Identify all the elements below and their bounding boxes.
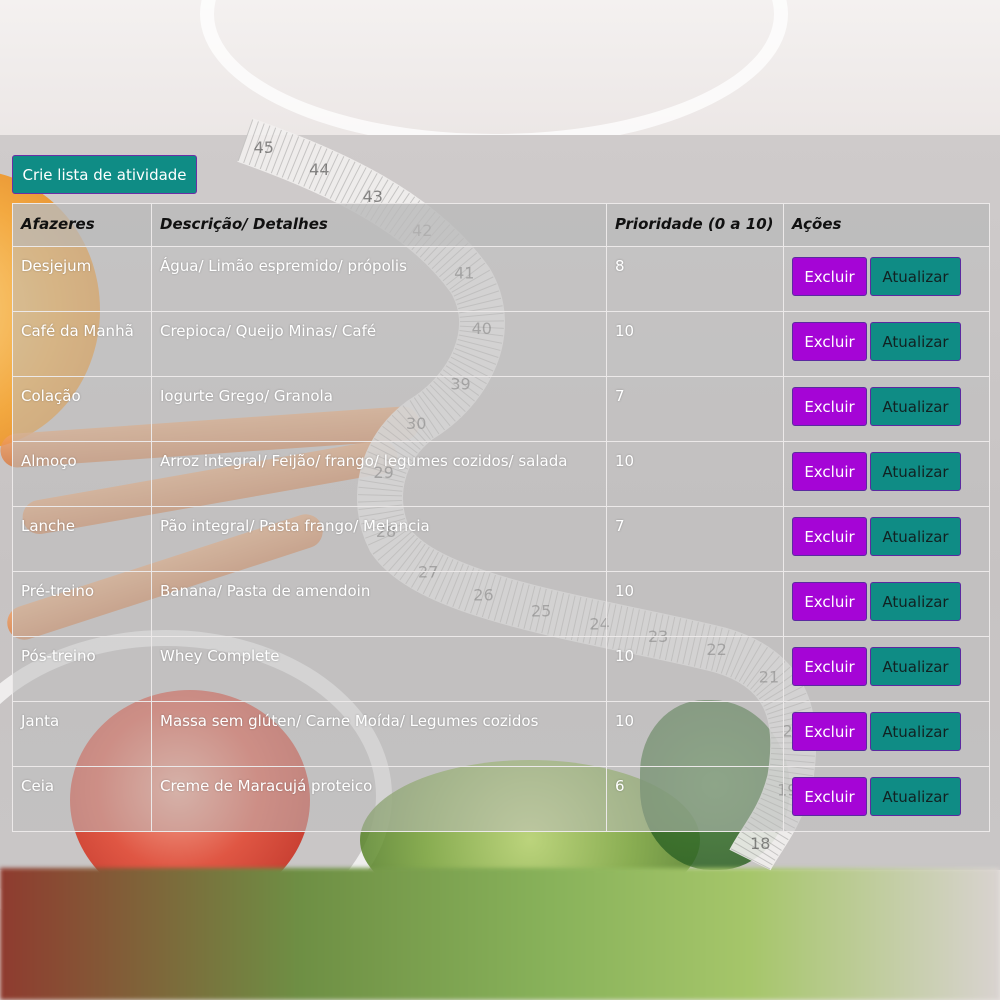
table-row: Pré-treino Banana/ Pasta de amendoin 10 Exc… — [12, 571, 990, 637]
cell-priority: 10 — [606, 701, 784, 767]
table-row: Janta Massa sem glúten/ Carne Moída/ Legu… — [12, 701, 990, 767]
cell-details: Banana/ Pasta de amendoin — [151, 571, 607, 637]
delete-button[interactable]: Excluir — [792, 777, 867, 816]
cell-actions: Excluir Atualizar — [783, 506, 990, 572]
cell-priority: 8 — [606, 246, 784, 312]
table-row: Almoço Arroz integral/ Feijão/ frango/ le… — [12, 441, 990, 507]
activity-table: Afazeres Descrição/ Detalhes Prioridade … — [12, 203, 990, 832]
delete-button[interactable]: Excluir — [792, 257, 867, 296]
cell-task: Pré-treino — [12, 571, 152, 637]
column-header-priority: Prioridade (0 a 10) — [606, 203, 784, 247]
table-row: Café da Manhã Crepioca/ Queijo Minas/ Caf… — [12, 311, 990, 377]
cell-actions: Excluir Atualizar — [783, 636, 990, 702]
cell-priority: 10 — [606, 311, 784, 377]
delete-button[interactable]: Excluir — [792, 647, 867, 686]
cell-task: Lanche — [12, 506, 152, 572]
update-button[interactable]: Atualizar — [870, 712, 961, 751]
update-button[interactable]: Atualizar — [870, 257, 961, 296]
update-button[interactable]: Atualizar — [870, 387, 961, 426]
cell-task: Almoço — [12, 441, 152, 507]
cell-actions: Excluir Atualizar — [783, 766, 990, 832]
column-header-details: Descrição/ Detalhes — [151, 203, 607, 247]
cell-actions: Excluir Atualizar — [783, 701, 990, 767]
cell-actions: Excluir Atualizar — [783, 311, 990, 377]
cell-priority: 10 — [606, 571, 784, 637]
cell-details: Creme de Maracujá proteico — [151, 766, 607, 832]
delete-button[interactable]: Excluir — [792, 322, 867, 361]
delete-button[interactable]: Excluir — [792, 712, 867, 751]
update-button[interactable]: Atualizar — [870, 582, 961, 621]
table-row: Colação Iogurte Grego/ Granola 7 Excluir Atu… — [12, 376, 990, 442]
cell-details: Crepioca/ Queijo Minas/ Café — [151, 311, 607, 377]
cell-task: Pós-treino — [12, 636, 152, 702]
cell-priority: 6 — [606, 766, 784, 832]
cell-details: Arroz integral/ Feijão/ frango/ legumes … — [151, 441, 607, 507]
cell-priority: 7 — [606, 376, 784, 442]
cell-task: Desjejum — [12, 246, 152, 312]
column-header-actions: Ações — [783, 203, 990, 247]
cell-details: Pão integral/ Pasta frango/ Melancia — [151, 506, 607, 572]
update-button[interactable]: Atualizar — [870, 322, 961, 361]
cell-task: Ceia — [12, 766, 152, 832]
delete-button[interactable]: Excluir — [792, 452, 867, 491]
cell-details: Água/ Limão espremido/ própolis — [151, 246, 607, 312]
cell-priority: 7 — [606, 506, 784, 572]
table-row: Desjejum Água/ Limão espremido/ própolis 8… — [12, 246, 990, 312]
cell-details: Iogurte Grego/ Granola — [151, 376, 607, 442]
table-header-row: Afazeres Descrição/ Detalhes Prioridade … — [12, 203, 990, 247]
update-button[interactable]: Atualizar — [870, 517, 961, 556]
cell-actions: Excluir Atualizar — [783, 571, 990, 637]
update-button[interactable]: Atualizar — [870, 452, 961, 491]
background-salad-bottom — [0, 868, 1000, 1000]
cell-actions: Excluir Atualizar — [783, 441, 990, 507]
create-list-button[interactable]: Crie lista de atividade — [12, 155, 197, 194]
cell-task: Janta — [12, 701, 152, 767]
cell-task: Colação — [12, 376, 152, 442]
cell-details: Massa sem glúten/ Carne Moída/ Legumes c… — [151, 701, 607, 767]
cell-actions: Excluir Atualizar — [783, 376, 990, 442]
update-button[interactable]: Atualizar — [870, 777, 961, 816]
table-row: Pós-treino Whey Complete 10 Excluir Atualiza… — [12, 636, 990, 702]
cell-priority: 10 — [606, 636, 784, 702]
delete-button[interactable]: Excluir — [792, 582, 867, 621]
update-button[interactable]: Atualizar — [870, 647, 961, 686]
cell-actions: Excluir Atualizar — [783, 246, 990, 312]
cell-details: Whey Complete — [151, 636, 607, 702]
table-row: Ceia Creme de Maracujá proteico 6 Excluir At… — [12, 766, 990, 832]
table-row: Lanche Pão integral/ Pasta frango/ Melanc… — [12, 506, 990, 572]
column-header-task: Afazeres — [12, 203, 152, 247]
delete-button[interactable]: Excluir — [792, 517, 867, 556]
cell-task: Café da Manhã — [12, 311, 152, 377]
delete-button[interactable]: Excluir — [792, 387, 867, 426]
cell-priority: 10 — [606, 441, 784, 507]
